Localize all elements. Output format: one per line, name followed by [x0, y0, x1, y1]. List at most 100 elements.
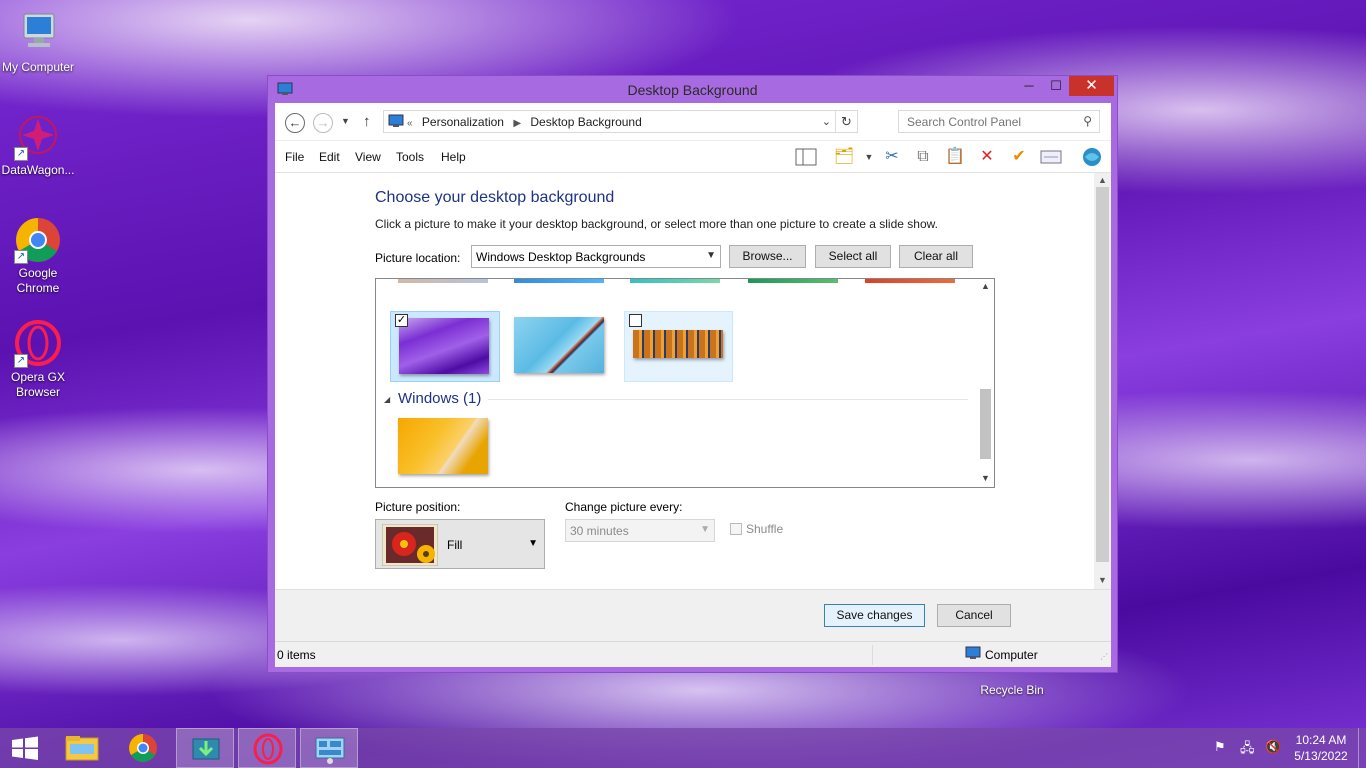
- paste-icon[interactable]: 📋: [944, 147, 966, 167]
- title-bar[interactable]: Desktop Background ─ ☐ ✕: [268, 76, 1117, 103]
- refresh-button[interactable]: ↻: [835, 111, 857, 132]
- search-icon[interactable]: ⚲: [1083, 114, 1092, 128]
- clear-all-button[interactable]: Clear all: [899, 245, 973, 268]
- desktop-icon-label: Google Chrome: [16, 266, 60, 295]
- taskbar-control-panel[interactable]: [300, 728, 358, 768]
- breadcrumb-personalization[interactable]: Personalization: [422, 115, 504, 129]
- wallpaper-tile-blue[interactable]: [506, 311, 616, 382]
- wallpaper-thumbnail-partial[interactable]: [514, 279, 604, 283]
- save-changes-button[interactable]: Save changes: [824, 604, 925, 627]
- shortcut-arrow-icon: ↗: [14, 147, 28, 161]
- picture-list[interactable]: ✓ ◢ Windows (1) ▲ ▼: [375, 278, 995, 488]
- delete-icon[interactable]: ✕: [976, 147, 998, 167]
- desktop-icon-google-chrome[interactable]: ↗ Google Chrome: [0, 216, 76, 296]
- menu-tools[interactable]: Tools: [396, 150, 424, 164]
- cancel-button[interactable]: Cancel: [937, 604, 1011, 627]
- wallpaper-tile-orange[interactable]: [624, 311, 733, 382]
- datawagon-icon: ↗: [14, 113, 62, 161]
- menu-view[interactable]: View: [355, 150, 381, 164]
- recent-pages-dropdown[interactable]: ▼: [341, 116, 350, 126]
- forward-button[interactable]: →: [313, 113, 333, 133]
- wallpaper-thumbnail-partial[interactable]: [748, 279, 838, 283]
- start-button[interactable]: [0, 728, 50, 768]
- resize-grip-icon[interactable]: ⋰: [1100, 652, 1108, 661]
- wallpaper-thumbnail-partial[interactable]: [630, 279, 720, 283]
- volume-muted-icon[interactable]: 🔇: [1265, 739, 1281, 768]
- up-button[interactable]: ↑: [363, 113, 371, 130]
- scroll-down-arrow-icon[interactable]: ▼: [1094, 575, 1111, 585]
- menu-edit[interactable]: Edit: [319, 150, 340, 164]
- picture-position-select[interactable]: Fill ▼: [375, 519, 545, 569]
- status-bar: 0 items Computer ⋰: [275, 641, 1111, 667]
- browse-button[interactable]: Browse...: [729, 245, 806, 268]
- scroll-up-arrow-icon[interactable]: ▲: [1094, 175, 1111, 185]
- back-button[interactable]: ←: [285, 113, 305, 133]
- select-all-button[interactable]: Select all: [815, 245, 891, 268]
- chevron-down-icon: ▼: [528, 538, 538, 549]
- folder-icon: [65, 736, 99, 761]
- collapse-caret-icon[interactable]: ◢: [384, 395, 390, 404]
- status-divider: [872, 645, 873, 665]
- wallpaper-tile-yellow[interactable]: [390, 412, 500, 483]
- checkmark-icon[interactable]: ✔: [1008, 147, 1030, 167]
- minimize-button[interactable]: ─: [1015, 76, 1043, 96]
- taskbar-chrome[interactable]: [114, 728, 172, 768]
- scrollbar-thumb[interactable]: [980, 389, 991, 459]
- wallpaper-thumbnail: [633, 330, 723, 358]
- properties-icon[interactable]: [1040, 147, 1062, 167]
- action-center-flag-icon[interactable]: ⚑: [1214, 739, 1226, 768]
- cut-icon[interactable]: ✂: [881, 147, 903, 167]
- content-scrollbar[interactable]: ▲ ▼: [1094, 173, 1111, 589]
- shuffle-checkbox[interactable]: Shuffle: [730, 522, 783, 536]
- opera-gx-icon: [253, 733, 283, 765]
- globe-icon[interactable]: [1081, 147, 1103, 167]
- desktop-icon-label: Recycle Bin: [980, 683, 1044, 697]
- layout-pane-icon[interactable]: [795, 147, 817, 167]
- wallpaper-tile-purple[interactable]: ✓: [390, 311, 500, 382]
- change-picture-label: Change picture every:: [565, 500, 683, 514]
- desktop-icon-recycle-bin[interactable]: Recycle Bin: [974, 683, 1050, 698]
- scroll-up-arrow-icon[interactable]: ▲: [977, 281, 994, 291]
- system-clock[interactable]: 10:24 AM 5/13/2022: [1290, 732, 1352, 768]
- network-icon[interactable]: 🖧: [1240, 739, 1255, 768]
- taskbar-file-explorer[interactable]: [54, 728, 112, 768]
- picture-list-scrollbar[interactable]: ▲ ▼: [977, 279, 994, 487]
- address-bar[interactable]: « Personalization ▶ Desktop Background ⌄…: [383, 110, 858, 133]
- picture-position-value: Fill: [447, 538, 463, 552]
- wallpaper-thumbnail-partial[interactable]: [865, 279, 955, 283]
- picture-location-select[interactable]: Windows Desktop Backgrounds ▼: [471, 245, 721, 268]
- chevron-down-icon[interactable]: ⌄: [822, 115, 831, 128]
- desktop-icon-my-computer[interactable]: My Computer: [0, 10, 76, 75]
- group-divider: [488, 399, 968, 400]
- scroll-down-arrow-icon[interactable]: ▼: [977, 473, 994, 483]
- copy-icon[interactable]: ⧉: [912, 147, 934, 167]
- desktop-icon-datawagon[interactable]: ↗ DataWagon...: [0, 113, 76, 178]
- chevron-down-icon: ▼: [706, 250, 716, 261]
- search-input[interactable]: [899, 111, 1069, 132]
- breadcrumb-desktop-background[interactable]: Desktop Background: [530, 115, 641, 129]
- chevron-down-icon[interactable]: ▼: [858, 147, 880, 167]
- change-picture-select[interactable]: 30 minutes ▼: [565, 519, 715, 542]
- shortcut-arrow-icon: ↗: [14, 250, 28, 264]
- scrollbar-thumb[interactable]: [1096, 187, 1109, 562]
- control-panel-icon: [388, 114, 404, 128]
- taskbar-datawagon[interactable]: [176, 728, 234, 768]
- menu-file[interactable]: File: [285, 150, 304, 164]
- menu-help[interactable]: Help: [441, 150, 466, 164]
- wallpaper-checkbox[interactable]: ✓: [395, 314, 408, 327]
- computer-icon: [14, 10, 62, 58]
- group-title-windows[interactable]: Windows (1): [398, 390, 481, 407]
- maximize-button[interactable]: ☐: [1043, 76, 1069, 96]
- chevron-right-icon[interactable]: ▶: [513, 118, 521, 129]
- taskbar-opera-gx[interactable]: [238, 728, 296, 768]
- folder-check-icon[interactable]: 🗂: [833, 147, 855, 167]
- wallpaper-checkbox[interactable]: [629, 314, 642, 327]
- desktop-background-window: Desktop Background ─ ☐ ✕ ← → ▼ ↑ « Perso…: [267, 75, 1118, 673]
- change-picture-value: 30 minutes: [570, 524, 629, 538]
- show-desktop-button[interactable]: [1358, 728, 1366, 768]
- page-description: Click a picture to make it your desktop …: [375, 217, 938, 231]
- desktop-icon-opera-gx[interactable]: ↗ Opera GX Browser: [0, 320, 76, 400]
- close-button[interactable]: ✕: [1069, 76, 1114, 96]
- wallpaper-thumbnail-partial[interactable]: [398, 279, 488, 283]
- breadcrumb-overflow[interactable]: «: [407, 118, 413, 129]
